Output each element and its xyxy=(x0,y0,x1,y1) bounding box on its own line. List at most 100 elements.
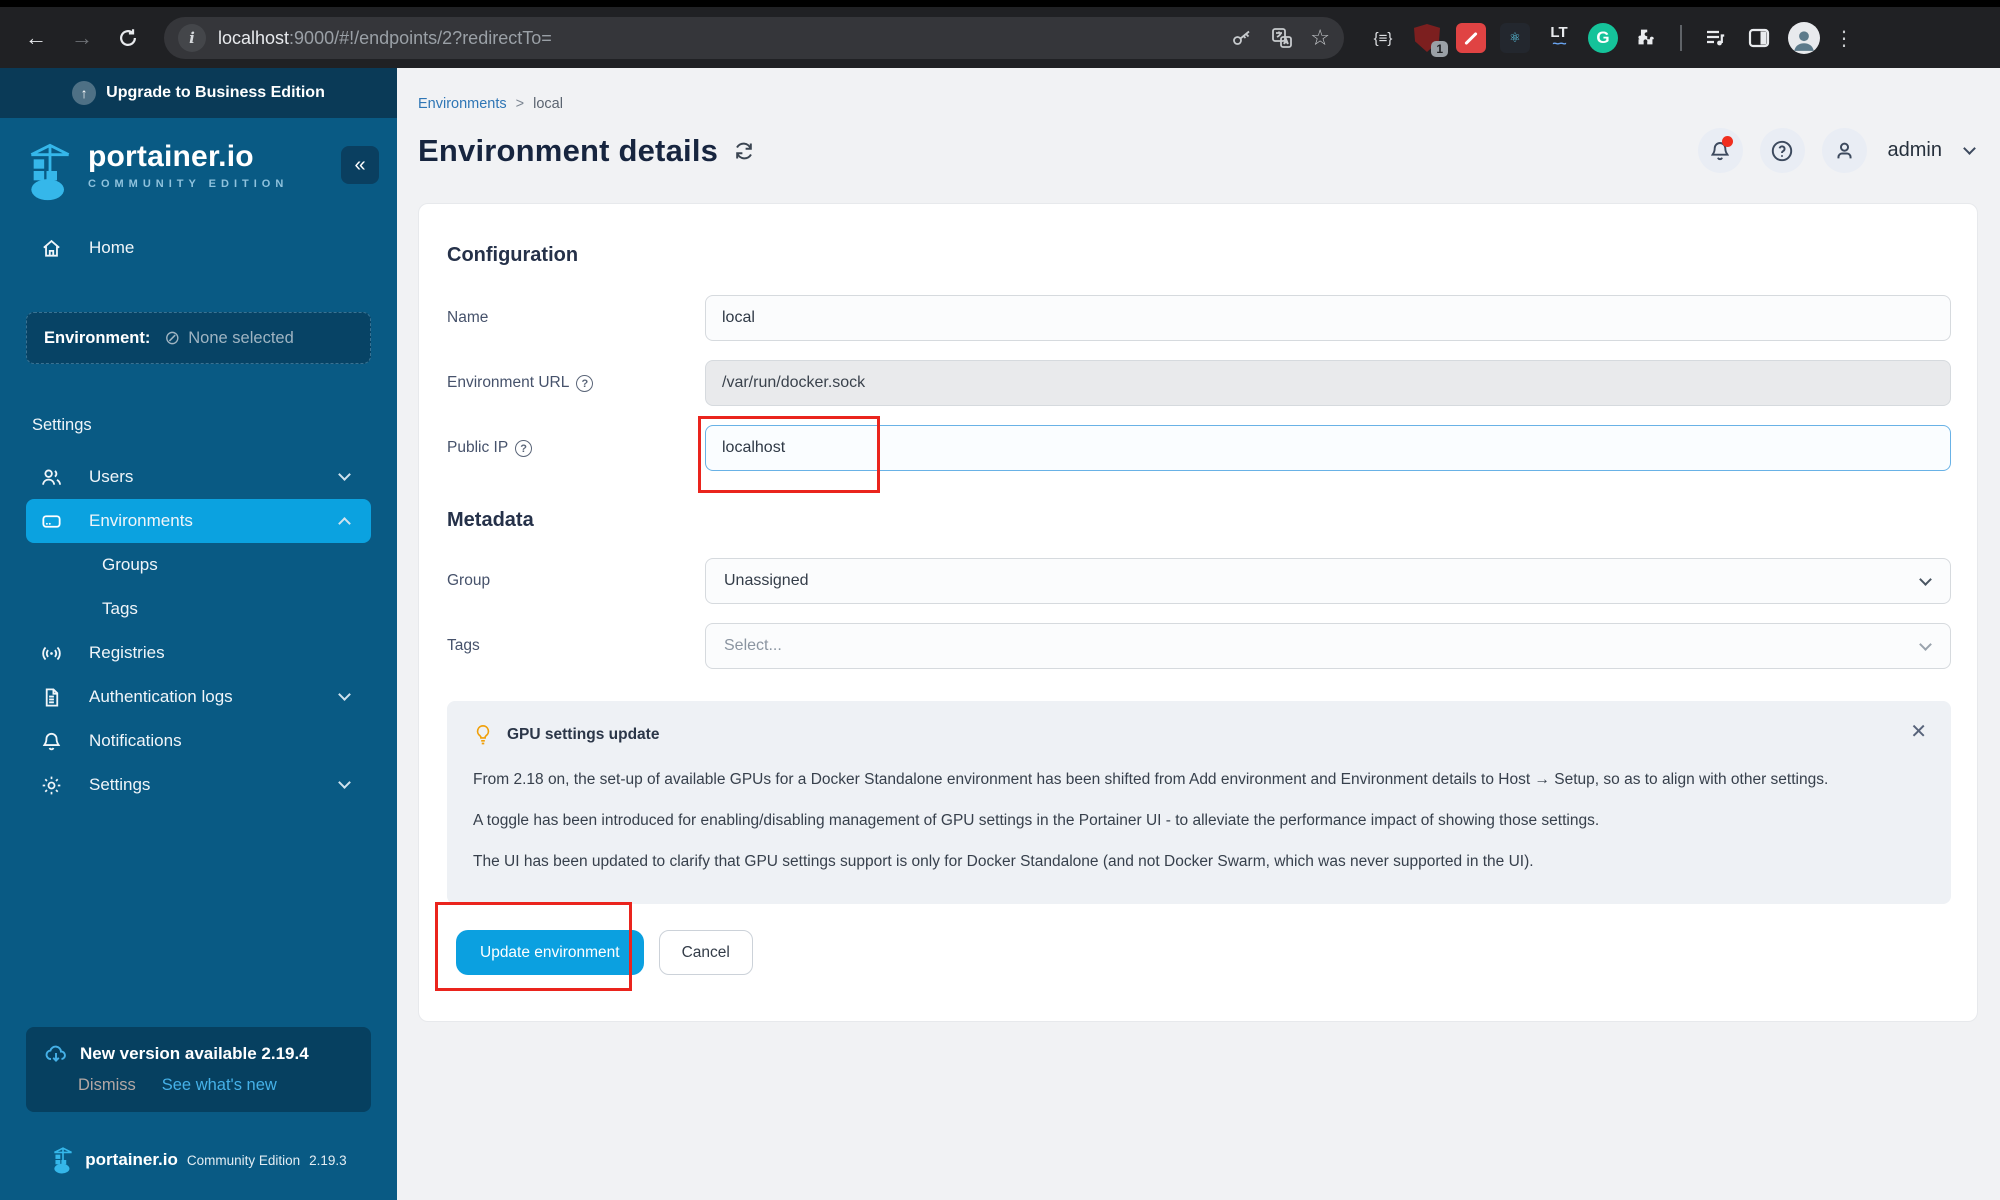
cloud-download-icon xyxy=(45,1045,66,1062)
name-input[interactable] xyxy=(705,295,1951,341)
new-version-text: New version available 2.19.4 xyxy=(80,1044,309,1063)
user-icon xyxy=(1836,142,1852,159)
browser-forward-button[interactable]: → xyxy=(62,18,102,58)
portainer-logo-icon xyxy=(30,143,70,201)
tags-select[interactable]: Select... xyxy=(705,623,1951,669)
ublock-extension-icon[interactable]: 1 xyxy=(1412,23,1448,57)
media-playlist-icon[interactable] xyxy=(1700,23,1730,53)
extension-area: {≡} 1 ⚛ LT ~~ G ⋮ xyxy=(1368,22,1854,57)
sidebar-item-users[interactable]: Users xyxy=(26,455,371,499)
sidebar-item-home[interactable]: Home xyxy=(0,224,397,272)
sidebar-item-label: Tags xyxy=(102,599,138,618)
reload-icon xyxy=(120,29,136,46)
sidebar-item-label: Authentication logs xyxy=(89,687,233,706)
sidebar-section-settings: Settings xyxy=(32,416,92,434)
document-icon xyxy=(45,687,59,707)
brackets-extension-icon[interactable]: {≡} xyxy=(1368,23,1398,53)
dismiss-link[interactable]: Dismiss xyxy=(78,1076,136,1095)
sidebar-item-label: Environments xyxy=(89,511,193,530)
sidebar-item-label: Users xyxy=(89,467,134,486)
chevron-down-icon xyxy=(338,688,351,701)
languagetool-extension-icon[interactable]: LT ~~ xyxy=(1544,23,1574,53)
breadcrumb-environments-link[interactable]: Environments xyxy=(418,96,507,112)
sidebar-item-notifications[interactable]: Notifications xyxy=(26,719,371,763)
sidebar-item-label: Groups xyxy=(102,555,158,574)
wave-underline: ~~ xyxy=(1552,36,1566,51)
sidebar-collapse-button[interactable]: « xyxy=(341,146,379,184)
gpu-note-paragraph-1: From 2.18 on, the set-up of available GP… xyxy=(473,771,1829,788)
form-actions: Update environment Cancel xyxy=(435,902,1951,992)
admin-username[interactable]: admin xyxy=(1888,139,1942,162)
bell-icon xyxy=(42,732,61,750)
logo-title: portainer.io xyxy=(88,140,254,173)
sidebar-item-registries[interactable]: Registries xyxy=(26,631,371,675)
address-bar[interactable]: i localhost:9000/#!/endpoints/2?redirect… xyxy=(164,17,1344,59)
translate-icon[interactable] xyxy=(1270,26,1294,50)
cancel-button[interactable]: Cancel xyxy=(658,930,753,976)
notifications-button[interactable] xyxy=(1697,128,1743,173)
lightbulb-icon xyxy=(476,724,490,745)
help-tooltip-icon[interactable]: ? xyxy=(515,440,533,457)
upgrade-banner[interactable]: ↑ Upgrade to Business Edition xyxy=(0,68,397,118)
slash-extension-icon[interactable] xyxy=(1456,23,1486,53)
group-select[interactable]: Unassigned xyxy=(705,558,1951,604)
sidebar-item-tags[interactable]: Tags xyxy=(26,587,371,631)
breadcrumb-current: local xyxy=(533,96,563,112)
upgrade-arrow-icon: ↑ xyxy=(72,81,97,105)
public-ip-input[interactable] xyxy=(705,425,1951,471)
ublock-badge: 1 xyxy=(1431,41,1448,57)
public-ip-row: Public IP ? xyxy=(447,416,1951,493)
public-ip-label: Public IP ? xyxy=(447,425,705,471)
browser-toolbar: ← → i localhost:9000/#!/endpoints/2?redi… xyxy=(0,0,2000,68)
close-icon[interactable]: ✕ xyxy=(1910,719,1927,744)
logo-block: portainer.io COMMUNITY EDITION « xyxy=(0,118,397,208)
site-info-icon[interactable]: i xyxy=(178,24,206,52)
home-icon xyxy=(43,239,60,257)
logo-subtitle: COMMUNITY EDITION xyxy=(88,178,289,190)
question-icon xyxy=(1771,140,1793,161)
group-label: Group xyxy=(447,572,491,589)
sidebar-item-environments[interactable]: Environments xyxy=(26,499,371,543)
chevron-down-icon xyxy=(338,776,351,789)
extensions-puzzle-icon[interactable] xyxy=(1632,23,1662,53)
footer-version: 2.19.3 xyxy=(309,1152,347,1168)
environment-details-card: Configuration Name Environment URL ? Pub… xyxy=(418,203,1978,1023)
side-panel-icon[interactable] xyxy=(1744,23,1774,53)
environments-icon xyxy=(42,514,61,528)
bookmark-star-icon[interactable]: ☆ xyxy=(1310,25,1330,51)
environment-selector-value: None selected xyxy=(188,328,294,347)
url-text[interactable]: localhost:9000/#!/endpoints/2?redirectTo… xyxy=(218,28,1218,49)
chevron-down-icon xyxy=(1919,573,1932,586)
footer-brand: portainer.io xyxy=(85,1150,178,1169)
environment-url-input xyxy=(705,360,1951,406)
gpu-settings-note: GPU settings update ✕ From 2.18 on, the … xyxy=(447,701,1951,905)
react-devtools-icon[interactable]: ⚛ xyxy=(1500,23,1530,53)
sidebar-item-label: Registries xyxy=(89,643,165,662)
section-configuration: Configuration xyxy=(447,244,579,266)
portainer-footer-logo-icon xyxy=(54,1147,73,1174)
browser-menu-kebab-icon[interactable]: ⋮ xyxy=(1834,26,1854,51)
none-selected-icon: ⊘ xyxy=(164,327,181,349)
help-button[interactable] xyxy=(1759,128,1805,173)
password-key-icon[interactable] xyxy=(1230,26,1254,50)
sidebar-item-settings[interactable]: Settings xyxy=(26,763,371,807)
browser-back-button[interactable]: ← xyxy=(16,18,56,58)
see-whats-new-link[interactable]: See what's new xyxy=(162,1076,277,1095)
environment-url-label: Environment URL ? xyxy=(447,360,705,406)
browser-profile-avatar[interactable] xyxy=(1788,22,1820,54)
chevron-down-icon[interactable] xyxy=(1963,142,1976,155)
environment-selector-label: Environment: xyxy=(44,328,151,347)
user-menu-button[interactable] xyxy=(1821,128,1867,173)
main-content: Environments > local Environment details xyxy=(397,68,2000,1200)
sidebar-footer: portainer.io Community Edition 2.19.3 xyxy=(0,1130,397,1200)
grammarly-extension-icon[interactable]: G xyxy=(1588,23,1618,53)
help-tooltip-icon[interactable]: ? xyxy=(576,375,594,392)
sidebar-item-groups[interactable]: Groups xyxy=(26,543,371,587)
update-environment-button[interactable]: Update environment xyxy=(456,930,644,976)
url-host: localhost xyxy=(218,27,290,48)
sidebar-item-authentication-logs[interactable]: Authentication logs xyxy=(26,675,371,719)
gpu-note-paragraph-2: A toggle has been introduced for enablin… xyxy=(473,812,1600,830)
browser-reload-button[interactable] xyxy=(108,18,148,58)
environment-selector[interactable]: Environment: ⊘ None selected xyxy=(26,312,371,364)
refresh-button[interactable] xyxy=(732,139,756,163)
